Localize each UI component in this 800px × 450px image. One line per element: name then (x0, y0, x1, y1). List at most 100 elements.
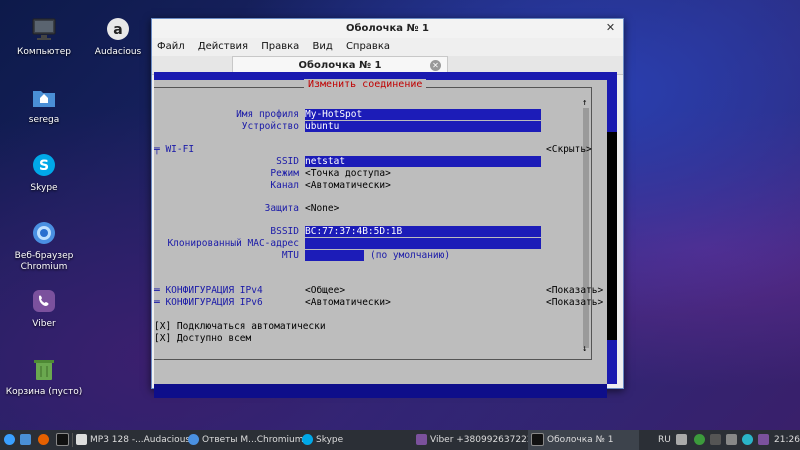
tray-square-icon (726, 434, 737, 445)
scroll-down-icon[interactable]: ↓ (582, 344, 587, 354)
svg-text:a: a (113, 22, 122, 38)
taskbar-item-terminal[interactable]: Оболочка № 1 (528, 430, 639, 450)
ipv6-section[interactable]: ═ КОНФИГУРАЦИЯ IPv6 (154, 297, 263, 308)
mtu-field[interactable] (305, 250, 364, 261)
menu-edit[interactable]: Правка (261, 41, 299, 52)
ipv6-method-select[interactable]: <Автоматически> (305, 297, 391, 308)
speaker-icon (676, 434, 687, 445)
tray-app-icon-2[interactable] (710, 430, 724, 450)
taskbar-item-viber[interactable]: Viber +380992637223 (416, 430, 533, 450)
taskbar-item-label: Viber +380992637223 (430, 435, 533, 445)
clock[interactable]: 21:26 (774, 430, 800, 450)
files-launcher[interactable] (20, 430, 34, 450)
menu-help[interactable]: Справка (346, 41, 390, 52)
cloned-mac-label: Клонированный MAC-адрес (167, 238, 299, 249)
desktop-icon-trash[interactable]: Корзина (пусто) (4, 354, 84, 398)
menu-file[interactable]: Файл (157, 41, 185, 52)
window-titlebar[interactable]: Оболочка № 1 ✕ (152, 19, 623, 38)
desktop-icon-chromium[interactable]: Веб-браузер Chromium (4, 218, 84, 273)
folder-icon (20, 434, 31, 445)
menubar: Файл Действия Правка Вид Справка (152, 38, 623, 56)
mtu-hint: (по умолчанию) (370, 250, 451, 261)
desktop-icon-computer[interactable]: Компьютер (4, 14, 84, 58)
bssid-value: BC:77:37:4B:5D:1B (305, 226, 403, 237)
tray-app-icon-4[interactable] (742, 430, 756, 450)
ipv4-show-button[interactable]: <Показать> (546, 285, 603, 296)
tray-viber-icon[interactable] (758, 430, 772, 450)
taskbar-item-label: Ответы М...Chromium (202, 435, 304, 445)
firefox-launcher[interactable] (38, 430, 52, 450)
sound-tray-icon[interactable] (676, 430, 690, 450)
green-circle-icon (694, 434, 705, 445)
tui-bottom-bar (154, 384, 607, 398)
ipv4-section[interactable]: ═ КОНФИГУРАЦИЯ IPv4 (154, 285, 263, 296)
device-field[interactable]: ubuntu (305, 121, 541, 132)
audacious-icon (76, 434, 87, 445)
ssid-label: SSID (276, 156, 299, 167)
viber-icon (416, 434, 427, 445)
profile-value: My-HotSpot (305, 109, 363, 120)
taskbar-item-label: MP3 128 -...Audacious (90, 435, 191, 445)
dialog-title: Изменить соединение (304, 79, 427, 90)
wifi-hide-button[interactable]: <Скрыть> (546, 144, 592, 155)
profile-label: Имя профиля (236, 109, 299, 120)
desktop-icon-label: Корзина (пусто) (5, 387, 83, 397)
firefox-icon (38, 434, 49, 445)
desktop-icon-viber[interactable]: Viber (4, 286, 84, 330)
right-edge-top (607, 72, 617, 132)
tray-app-icon[interactable] (694, 430, 708, 450)
tab-close-icon[interactable]: ✕ (430, 60, 441, 71)
home-folder-icon (29, 82, 59, 112)
security-select[interactable]: <None> (305, 203, 339, 214)
ipv6-show-button[interactable]: <Показать> (546, 297, 603, 308)
desktop-icon-label: Audacious (94, 47, 142, 57)
taskbar: MP3 128 -...Audacious Ответы М...Chromiu… (0, 430, 800, 450)
window-title: Оболочка № 1 (346, 23, 429, 34)
cloned-mac-field[interactable] (305, 238, 541, 249)
taskbar-item-label: Skype (316, 435, 344, 445)
taskbar-item-audacious[interactable]: MP3 128 -...Audacious (76, 430, 190, 450)
ipv4-method-select[interactable]: <Общее> (305, 285, 345, 296)
viber-icon (29, 286, 59, 316)
desktop-icon-label: Веб-браузер Chromium (14, 251, 74, 272)
skype-icon (302, 434, 313, 445)
desktop-icon-skype[interactable]: S Skype (4, 150, 84, 194)
terminal-icon (56, 433, 69, 446)
taskbar-separator (72, 433, 73, 447)
mode-select[interactable]: <Точка доступа> (305, 168, 391, 179)
right-edge-bottom (607, 340, 617, 384)
taskbar-item-chromium[interactable]: Ответы М...Chromium (188, 430, 303, 450)
bssid-field[interactable]: BC:77:37:4B:5D:1B (305, 226, 541, 237)
ssid-value: netstat (305, 156, 346, 167)
wifi-section: ╤ WI-FI (154, 144, 195, 155)
chromium-icon (29, 218, 59, 248)
tray-app-icon-3[interactable] (726, 430, 740, 450)
monitor-icon (29, 14, 59, 44)
desktop-icon-home[interactable]: serega (4, 82, 84, 126)
device-label: Устройство (241, 121, 299, 132)
profile-field[interactable]: My-HotSpot (305, 109, 541, 120)
desktop-icon-audacious[interactable]: a Audacious (78, 14, 158, 58)
start-icon (4, 434, 15, 445)
channel-select[interactable]: <Автоматически> (305, 180, 391, 191)
all-users-checkbox[interactable]: [X] Доступно всем (154, 333, 251, 344)
desktop-icon-label: serega (28, 115, 60, 125)
terminal-area[interactable]: Изменить соединение ↑ ↓ Имя профиля My-H… (154, 72, 617, 398)
start-menu-icon[interactable] (4, 430, 18, 450)
terminal-launcher[interactable] (56, 430, 72, 450)
menu-actions[interactable]: Действия (198, 41, 248, 52)
taskbar-item-skype[interactable]: Skype (302, 430, 343, 450)
svg-text:S: S (39, 158, 49, 174)
mtu-label: MTU (281, 250, 299, 261)
trash-icon (29, 354, 59, 384)
taskbar-item-label: Оболочка № 1 (547, 435, 614, 445)
security-label: Защита (264, 203, 299, 214)
menu-view[interactable]: Вид (312, 41, 332, 52)
ssid-field[interactable]: netstat (305, 156, 541, 167)
audacious-icon: a (103, 14, 133, 44)
autoconnect-checkbox[interactable]: [X] Подключаться автоматически (154, 321, 326, 332)
nmtui-screen: Изменить соединение ↑ ↓ Имя профиля My-H… (154, 72, 607, 398)
keyboard-layout-indicator[interactable]: RU (658, 430, 671, 450)
close-icon[interactable]: ✕ (604, 22, 617, 35)
scroll-up-icon[interactable]: ↑ (582, 98, 587, 108)
